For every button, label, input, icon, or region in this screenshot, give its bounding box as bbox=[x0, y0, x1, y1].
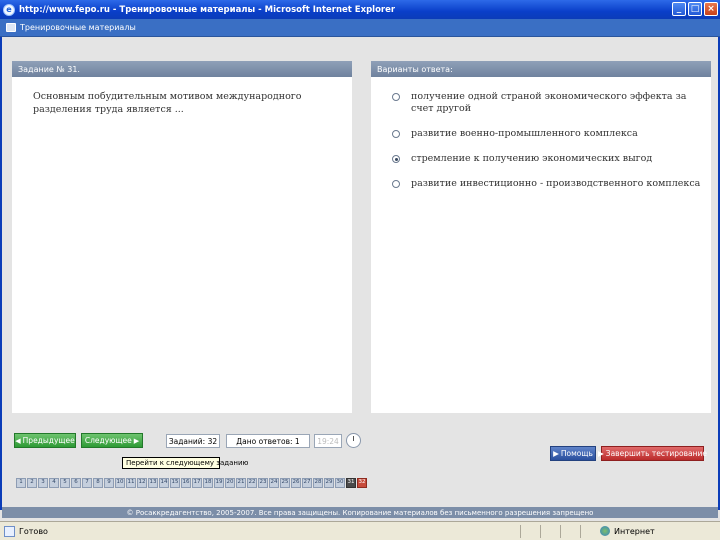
materials-link[interactable]: Тренировочные материалы bbox=[20, 23, 136, 32]
finish-test-button[interactable]: ▶ Завершить тестирование bbox=[598, 446, 707, 461]
task-number-button[interactable]: 30 bbox=[335, 478, 345, 488]
task-number-button[interactable]: 19 bbox=[214, 478, 224, 488]
print-icon[interactable] bbox=[6, 23, 16, 32]
status-divider bbox=[560, 525, 561, 538]
status-bar: Готово Интернет bbox=[0, 521, 720, 540]
answer-text: развитие военно-промышленного комплекса bbox=[411, 128, 638, 139]
task-number-button[interactable]: 32 bbox=[357, 478, 367, 488]
question-header: Задание № 31. bbox=[12, 61, 352, 77]
help-arrow-icon: ▶ bbox=[553, 449, 559, 458]
task-number-button[interactable]: 6 bbox=[71, 478, 81, 488]
task-number-button[interactable]: 28 bbox=[313, 478, 323, 488]
task-number-button[interactable]: 4 bbox=[49, 478, 59, 488]
radio-button[interactable] bbox=[392, 130, 400, 138]
radio-button-selected[interactable] bbox=[392, 155, 400, 163]
task-number-button[interactable]: 2 bbox=[27, 478, 37, 488]
answer-options: получение одной страной экономического э… bbox=[371, 77, 711, 190]
page-toolbar: Тренировочные материалы bbox=[0, 19, 720, 37]
task-number-button[interactable]: 17 bbox=[192, 478, 202, 488]
close-button[interactable]: × bbox=[704, 2, 718, 16]
task-number-button[interactable]: 10 bbox=[115, 478, 125, 488]
next-tooltip: Перейти к следующему заданию bbox=[122, 457, 248, 469]
answer-text: развитие инвестиционно - производственно… bbox=[411, 178, 701, 189]
window-title: http://www.fepo.ru - Тренировочные матер… bbox=[19, 4, 396, 15]
total-tasks: Заданий: 32 bbox=[166, 434, 220, 448]
answer-text: получение одной страной экономического э… bbox=[411, 91, 687, 114]
task-number-button[interactable]: 8 bbox=[93, 478, 103, 488]
task-number-button[interactable]: 11 bbox=[126, 478, 136, 488]
finish-arrow-icon: ▶ bbox=[598, 449, 604, 458]
status-divider bbox=[520, 525, 521, 538]
task-number-button[interactable]: 5 bbox=[60, 478, 70, 488]
task-number-button[interactable]: 18 bbox=[203, 478, 213, 488]
arrow-left-icon: ◀ bbox=[15, 436, 21, 445]
task-number-button[interactable]: 25 bbox=[280, 478, 290, 488]
task-number-button[interactable]: 1 bbox=[16, 478, 26, 488]
radio-button[interactable] bbox=[392, 93, 400, 101]
task-number-button[interactable]: 29 bbox=[324, 478, 334, 488]
task-number-button[interactable]: 3 bbox=[38, 478, 48, 488]
question-panel: Задание № 31. Основным побудительным мот… bbox=[12, 61, 352, 413]
task-number-button[interactable]: 23 bbox=[258, 478, 268, 488]
task-number-button[interactable]: 12 bbox=[137, 478, 147, 488]
time-display: 19:24 bbox=[314, 434, 342, 448]
task-number-button[interactable]: 15 bbox=[170, 478, 180, 488]
window-titlebar: e http://www.fepo.ru - Тренировочные мат… bbox=[0, 0, 720, 19]
security-zone: Интернет bbox=[600, 526, 655, 536]
answers-panel: Варианты ответа: получение одной страной… bbox=[371, 61, 711, 413]
answer-option[interactable]: стремление к получению экономических выг… bbox=[371, 153, 711, 165]
task-number-button[interactable]: 27 bbox=[302, 478, 312, 488]
maximize-button[interactable]: □ bbox=[688, 2, 702, 16]
task-number-button[interactable]: 26 bbox=[291, 478, 301, 488]
page-content: Задание № 31. Основным побудительным мот… bbox=[0, 37, 720, 518]
answered-count: Дано ответов: 1 bbox=[226, 434, 310, 448]
previous-button[interactable]: ◀ Предыдущее bbox=[14, 433, 76, 448]
minimize-button[interactable]: _ bbox=[672, 2, 686, 16]
task-number-button[interactable]: 21 bbox=[236, 478, 246, 488]
task-number-button[interactable]: 16 bbox=[181, 478, 191, 488]
window-controls: _ □ × bbox=[672, 2, 718, 16]
answer-option[interactable]: развитие инвестиционно - производственно… bbox=[371, 178, 711, 190]
help-label: Помощь bbox=[560, 449, 593, 458]
internet-explorer-icon: e bbox=[3, 3, 15, 16]
task-number-button[interactable]: 13 bbox=[148, 478, 158, 488]
answer-option[interactable]: развитие военно-промышленного комплекса bbox=[371, 128, 711, 140]
copyright-footer: © Росаккредагентство, 2005-2007. Все пра… bbox=[2, 507, 718, 518]
task-number-button[interactable]: 22 bbox=[247, 478, 257, 488]
task-number-button[interactable]: 9 bbox=[104, 478, 114, 488]
task-number-button[interactable]: 14 bbox=[159, 478, 169, 488]
previous-label: Предыдущее bbox=[22, 436, 75, 445]
arrow-right-icon: ▶ bbox=[133, 436, 140, 445]
status-text: Готово bbox=[19, 526, 48, 536]
question-text: Основным побудительным мотивом междунаро… bbox=[33, 91, 302, 115]
answer-option[interactable]: получение одной страной экономического э… bbox=[371, 91, 711, 115]
radio-button[interactable] bbox=[392, 180, 400, 188]
task-number-button[interactable]: 31 bbox=[346, 478, 356, 488]
next-button[interactable]: Следующее ▶ bbox=[81, 433, 143, 448]
answers-header: Варианты ответа: bbox=[371, 61, 711, 77]
next-label: Следующее bbox=[84, 436, 132, 445]
task-number-button[interactable]: 7 bbox=[82, 478, 92, 488]
globe-icon bbox=[600, 526, 610, 536]
help-button[interactable]: ▶ Помощь bbox=[550, 446, 596, 461]
task-number-button[interactable]: 20 bbox=[225, 478, 235, 488]
task-number-bar: 1 2 3 4 5 6 7 8 9 10 11 12 13 14 15 16 17 18 19 20 21 22 23 24 2… bbox=[16, 478, 367, 488]
zone-label: Интернет bbox=[614, 526, 655, 536]
task-number-button[interactable]: 24 bbox=[269, 478, 279, 488]
status-divider bbox=[580, 525, 581, 538]
clock-icon bbox=[346, 433, 361, 448]
finish-label: Завершить тестирование bbox=[605, 449, 707, 458]
page-icon bbox=[4, 525, 15, 537]
status-divider bbox=[540, 525, 541, 538]
answer-text: стремление к получению экономических выг… bbox=[411, 153, 653, 164]
